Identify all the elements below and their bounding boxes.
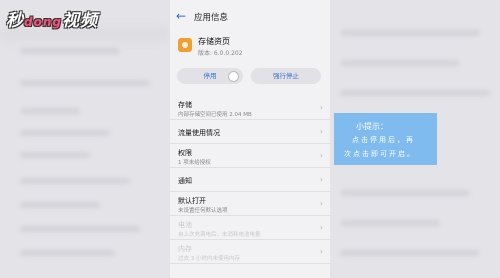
blur-shape bbox=[20, 48, 120, 54]
app-version: 版本: 6.0.0.202 bbox=[198, 50, 243, 57]
blur-shape bbox=[20, 108, 80, 114]
app-icon bbox=[178, 38, 192, 52]
force-stop-button[interactable]: 强行停止 bbox=[251, 68, 321, 84]
chevron-right-icon: › bbox=[319, 223, 323, 232]
settings-list: 存储 内部存储空间已使用 2.04 MB › 流量使用情况 › 权限 1 项未给… bbox=[170, 96, 330, 264]
chevron-right-icon: › bbox=[319, 151, 323, 160]
list-item-subtitle: 自上次充满电后，未消耗电池电量 bbox=[178, 232, 261, 238]
blur-shape bbox=[20, 178, 130, 184]
list-item-memory: 内存 过去 3 小时内未使用内存 › bbox=[170, 240, 330, 264]
blur-shape bbox=[0, 30, 170, 38]
list-item-data-usage[interactable]: 流量使用情况 › bbox=[170, 120, 330, 144]
watermark-mid: dong bbox=[24, 15, 62, 29]
video-watermark-logo: 秒dong视频 bbox=[6, 6, 98, 31]
arrow-left-icon[interactable]: ← bbox=[176, 10, 188, 22]
watermark-right: 视频 bbox=[61, 11, 98, 31]
list-item-title: 流量使用情况 bbox=[178, 129, 220, 137]
list-item-title: 默认打开 bbox=[178, 197, 206, 205]
list-item-subtitle: 1 项未给授权 bbox=[178, 160, 211, 166]
tip-line-1: 点击停用后，再 bbox=[352, 136, 415, 144]
tip-heading: 小提示： bbox=[356, 122, 388, 131]
list-item-title: 通知 bbox=[178, 177, 192, 185]
phone-screen: ← 应用信息 存储资页 版本: 6.0.0.202 停用 强行停止 存储 内部存… bbox=[170, 0, 330, 278]
list-item-title: 电池 bbox=[178, 221, 192, 229]
watermark-left: 秒 bbox=[6, 11, 24, 31]
chevron-right-icon: › bbox=[319, 247, 323, 256]
blur-shape bbox=[340, 90, 490, 96]
chevron-right-icon: › bbox=[319, 175, 323, 184]
list-item-storage[interactable]: 存储 内部存储空间已使用 2.04 MB › bbox=[170, 96, 330, 120]
list-item-title: 存储 bbox=[178, 101, 192, 109]
toggle-knob-icon bbox=[228, 71, 239, 82]
blur-shape bbox=[340, 30, 480, 36]
chevron-right-icon: › bbox=[319, 103, 323, 112]
list-item-title: 权限 bbox=[178, 149, 192, 157]
chevron-right-icon: › bbox=[319, 127, 323, 136]
page-title: 应用信息 bbox=[194, 13, 229, 23]
blurred-background-left bbox=[0, 0, 170, 278]
tip-box: 小提示： 点击停用后，再 次点击即可开启。 bbox=[334, 113, 437, 165]
blur-shape bbox=[20, 202, 100, 208]
tip-line-2: 次点击即可开启。 bbox=[344, 150, 416, 158]
list-item-battery: 电池 自上次充满电后，未消耗电池电量 › bbox=[170, 216, 330, 240]
blur-shape bbox=[20, 152, 90, 158]
blur-shape bbox=[20, 226, 140, 232]
list-item-title: 内存 bbox=[178, 245, 192, 253]
list-item-subtitle: 内部存储空间已使用 2.04 MB bbox=[178, 112, 252, 118]
list-item-open-by-default[interactable]: 默认打开 未设置任何默认选项 › bbox=[170, 192, 330, 216]
disable-button[interactable]: 停用 bbox=[177, 68, 243, 84]
blur-shape bbox=[20, 80, 150, 86]
list-item-permissions[interactable]: 权限 1 项未给授权 › bbox=[170, 144, 330, 168]
list-item-subtitle: 未设置任何默认选项 bbox=[178, 208, 228, 214]
blur-shape bbox=[20, 250, 115, 256]
force-stop-button-label: 强行停止 bbox=[273, 72, 299, 80]
blur-shape bbox=[340, 220, 440, 226]
list-item-subtitle: 过去 3 小时内未使用内存 bbox=[178, 256, 240, 262]
blur-shape bbox=[340, 60, 460, 66]
disable-button-label: 停用 bbox=[203, 72, 217, 80]
chevron-right-icon: › bbox=[319, 199, 323, 208]
app-name: 存储资页 bbox=[198, 37, 230, 46]
list-item-notifications[interactable]: 通知 › bbox=[170, 168, 330, 192]
blur-shape bbox=[340, 250, 480, 256]
blur-shape bbox=[20, 130, 110, 136]
blur-shape bbox=[340, 190, 470, 196]
app-bar: ← 应用信息 bbox=[170, 0, 330, 32]
